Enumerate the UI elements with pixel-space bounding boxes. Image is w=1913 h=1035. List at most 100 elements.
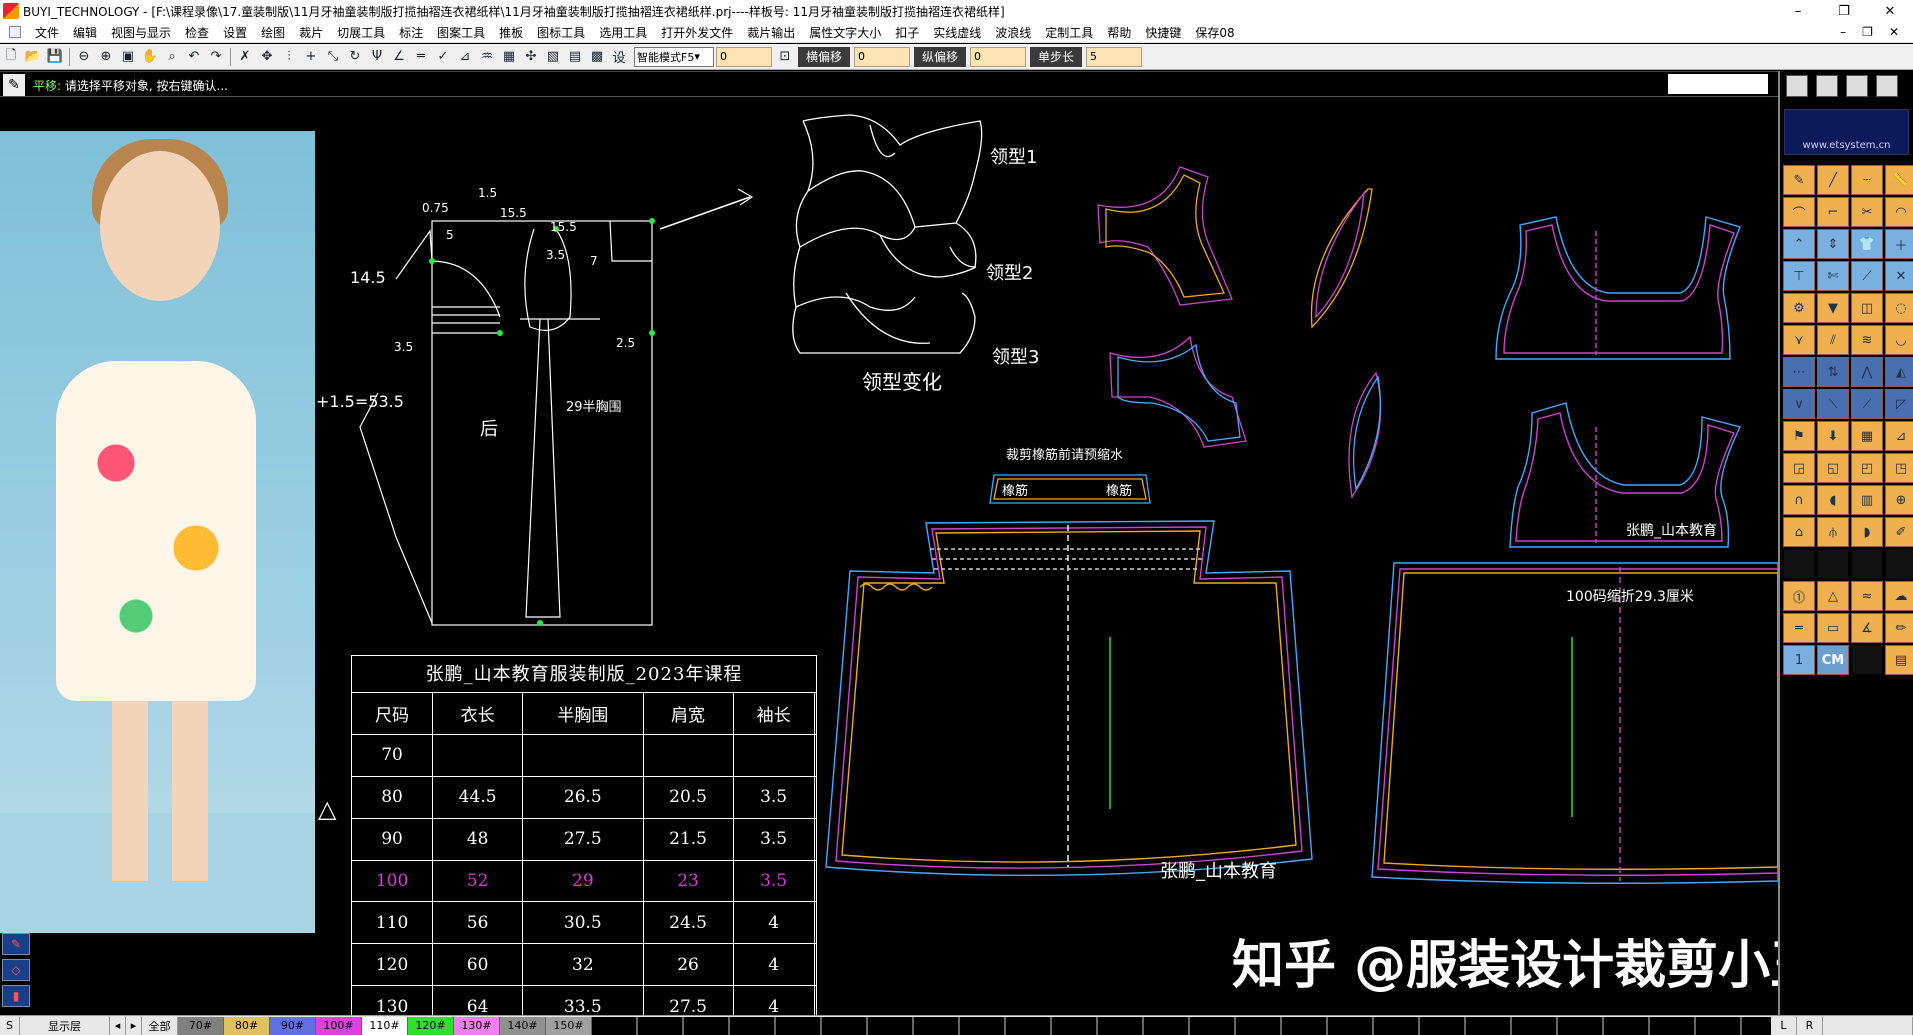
layout-icon[interactable]: ▤ [565,47,585,67]
menu-select-tools[interactable]: 选用工具 [592,24,654,41]
shape-tool-icon[interactable]: ◇ [2,959,30,981]
ruler-tool-icon[interactable]: 📏 [1885,165,1913,195]
fork-tool-icon[interactable]: ⫛ [1817,517,1849,547]
menu-open-external[interactable]: 打开外发文件 [654,24,740,41]
pleat-tool-icon[interactable]: ⫽ [1817,325,1849,355]
menu-custom-tools[interactable]: 定制工具 [1038,24,1100,41]
open-folder-icon[interactable]: 📂 [23,47,43,67]
menu-edit[interactable]: 编辑 [66,24,104,41]
fold-tool-icon[interactable]: ⟋ [1851,261,1883,291]
h-offset-input[interactable]: 0 [854,46,911,67]
value-input[interactable]: 0 [716,46,772,67]
piece-tool-icon[interactable]: ▮ [2,985,30,1007]
plus2-tool-icon[interactable]: ⊕ [1885,485,1913,515]
new-file-icon[interactable]: 🗋 [1,47,21,67]
layer-selector[interactable]: 显示层 [20,1016,110,1035]
menu-help[interactable]: 帮助 [1100,24,1138,41]
size-100[interactable]: 100# [316,1016,362,1035]
menu-check[interactable]: 检查 [178,24,216,41]
scissors-tool-icon[interactable]: ✂ [1851,197,1883,227]
size-110[interactable]: 110# [362,1016,408,1035]
size-80[interactable]: 80# [224,1016,270,1035]
mirror-icon[interactable]: Ψ [367,47,387,67]
grid-tool-icon[interactable]: ▦ [1851,421,1883,451]
dash-tool-icon[interactable]: ┄ [1851,165,1883,195]
menu-pattern-tools[interactable]: 图案工具 [430,24,492,41]
size-150[interactable]: 150# [546,1016,592,1035]
grid-icon[interactable]: ▩ [587,47,607,67]
mdi-minimize-button[interactable]: – [1840,25,1846,39]
status-l[interactable]: L [1771,1016,1797,1035]
pencil2-tool-icon[interactable]: ✏ [1885,613,1913,643]
check-icon[interactable]: ✓ [433,47,453,67]
mode-select[interactable]: 智能模式F5 ▾ [634,46,714,67]
mountain-tool-icon[interactable]: ⋀ [1851,357,1883,387]
next-layer-button[interactable]: ▸ [126,1016,142,1035]
arc-tool-icon[interactable]: ◠ [1885,197,1913,227]
cloud-tool-icon[interactable]: ☁ [1885,581,1913,611]
status-r[interactable]: R [1797,1016,1823,1035]
grain-tool-icon[interactable]: ⇅ [1817,357,1849,387]
zigzag-tool-icon[interactable]: ≈ [1851,581,1883,611]
rotate-icon[interactable]: ↻ [345,47,365,67]
tape-tool-icon[interactable]: ═ [1783,613,1815,643]
fit-window-icon[interactable]: ▣ [118,47,138,67]
bookmark-tool-icon[interactable]: ◳ [1885,453,1913,483]
cm-unit-button[interactable]: CM [1817,645,1849,675]
wedge-tool-icon[interactable]: ◭ [1885,357,1913,387]
cup2-tool-icon[interactable]: ◖ [1817,485,1849,515]
pen-tool-icon[interactable]: ✎ [2,933,30,955]
magnet-tool-icon[interactable]: ∩ [1783,485,1815,515]
size-70[interactable]: 70# [178,1016,224,1035]
boot-tool-icon[interactable]: ◗ [1851,517,1883,547]
v-offset-input[interactable]: 0 [970,46,1027,67]
loop-tool-icon[interactable]: ◌ [1885,293,1913,323]
hanger-tool-icon[interactable]: ⌃ [1783,229,1815,259]
menu-shortcuts[interactable]: 快捷键 [1138,24,1188,41]
prev-layer-button[interactable]: ◂ [110,1016,126,1035]
angle-icon[interactable]: ∠ [389,47,409,67]
align-icon[interactable]: ⫶ [279,47,299,67]
curve-tool-icon[interactable]: ⌒ [1783,197,1815,227]
slope-tool-icon[interactable]: ⟋ [1851,389,1883,419]
all-sizes-button[interactable]: 全部 [142,1016,178,1035]
cup-tool-icon[interactable]: ◡ [1885,325,1913,355]
document-icon[interactable] [9,26,21,38]
settings-icon[interactable]: 设 [609,47,629,67]
undo-icon[interactable]: ↶ [184,47,204,67]
tag-tool-icon[interactable]: ⌂ [1783,517,1815,547]
v-tool-icon[interactable]: ∨ [1783,389,1815,419]
menu-line-style[interactable]: 实线虚线 [926,24,988,41]
ruler-angle-tool-icon[interactable]: ⊿ [1885,421,1913,451]
palette-icon[interactable] [1846,75,1868,97]
size-140[interactable]: 140# [500,1016,546,1035]
notch-tool-icon[interactable]: ▼ [1817,293,1849,323]
size-120[interactable]: 120# [408,1016,454,1035]
menu-grading[interactable]: 推板 [492,24,530,41]
delete-tool-icon[interactable]: ✕ [1885,261,1913,291]
menu-icon-tools[interactable]: 图标工具 [530,24,592,41]
node-icon[interactable]: ✣ [521,47,541,67]
slant-tool-icon[interactable]: ⟍ [1817,389,1849,419]
menu-draw[interactable]: 绘图 [254,24,292,41]
select-delete-icon[interactable]: ✗ [235,47,255,67]
prompt-input[interactable] [1668,74,1768,94]
menu-pieces[interactable]: 裁片 [292,24,330,41]
pattern-drawing[interactable]: 0.75 1.5 15.5 15.5 14.5 2.5 3.5 29半胸围 +1… [0,97,1778,1015]
zoom-out-icon[interactable]: ⊖ [74,47,94,67]
piece-icon[interactable]: ▧ [543,47,563,67]
menu-text-size[interactable]: 属性文字大小 [802,24,888,41]
grade-icon[interactable]: ♒ [477,47,497,67]
step-input[interactable]: 5 [1086,46,1143,67]
menu-piece-output[interactable]: 裁片输出 [740,24,802,41]
size-90[interactable]: 90# [270,1016,316,1035]
zoom-in-icon[interactable]: ⊕ [96,47,116,67]
flag-tool-icon[interactable]: ⚑ [1783,421,1815,451]
scale-icon[interactable]: ⤡ [323,47,343,67]
lock-icon[interactable]: ⊡ [775,47,795,67]
menu-view[interactable]: 视图与显示 [104,24,178,41]
rect-tool-icon[interactable]: ◫ [1851,293,1883,323]
corner-tool-icon[interactable]: ⌐ [1817,197,1849,227]
save-icon[interactable]: 💾 [45,47,65,67]
size-130[interactable]: 130# [454,1016,500,1035]
